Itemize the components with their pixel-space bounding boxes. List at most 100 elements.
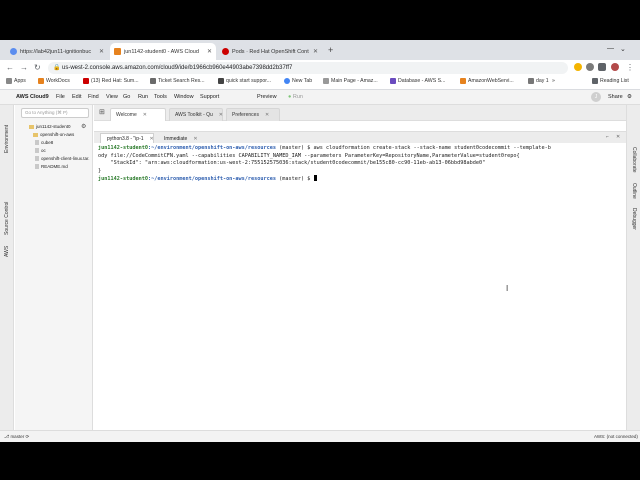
menu-go[interactable]: Go — [123, 94, 130, 100]
tree-item[interactable]: README.md — [35, 164, 68, 169]
apps-grid-icon — [6, 78, 12, 84]
file-icon — [35, 148, 39, 153]
terminal-cursor — [313, 175, 317, 181]
terminal-line: "StackId": "arn:aws:cloudformation:us-we… — [98, 160, 486, 166]
close-icon[interactable]: ✕ — [219, 112, 223, 118]
browser-tab-2[interactable]: jun1142-student0 - AWS Cloud ✕ — [110, 43, 216, 60]
rail-outline[interactable]: Outline — [631, 183, 637, 199]
preview-button[interactable]: Preview — [257, 94, 277, 100]
puzzle-icon[interactable] — [598, 63, 606, 71]
menu-window[interactable]: Window — [174, 94, 194, 100]
terminal-line: ody file://CodeCommitCFN.yaml --capabili… — [98, 152, 520, 159]
aws-icon — [460, 78, 466, 84]
extension-icon[interactable] — [586, 63, 594, 71]
rail-aws[interactable]: AWS — [4, 246, 10, 257]
minimize-icon[interactable]: — — [607, 45, 614, 52]
bookmark-day1[interactable]: day 1 — [528, 78, 549, 84]
menu-file[interactable]: File — [56, 94, 65, 100]
bookmark-amazonwebservices[interactable]: AmazonWebServi... — [460, 78, 514, 84]
more-bookmarks-icon[interactable]: » — [552, 78, 555, 84]
redhat-icon — [83, 78, 89, 84]
bookmark-ticket[interactable]: Ticket Search Res... — [150, 78, 205, 84]
status-bar: ⎇ master ⟳ AWS: (not connected) — [0, 430, 640, 442]
aws-connection-status[interactable]: AWS: (not connected) — [594, 434, 638, 439]
bookmarks-bar: Apps WorkDocs (13) Red Hat: Sum... Ticke… — [0, 76, 640, 90]
menu-tools[interactable]: Tools — [154, 94, 167, 100]
terminal[interactable]: jun1142-student0:~/environment/openshift… — [94, 143, 626, 430]
right-side-rail: Collaborate Outline Debugger — [626, 105, 640, 430]
go-to-anything-input[interactable]: Go to Anything (⌘ P) — [21, 108, 89, 118]
globe-icon — [284, 78, 290, 84]
close-icon[interactable]: ✕ — [143, 112, 147, 118]
rail-debugger[interactable]: Debugger — [631, 208, 637, 230]
reload-icon[interactable]: ↻ — [34, 63, 41, 72]
reading-list[interactable]: Reading List — [592, 78, 629, 84]
close-icon[interactable]: ✕ — [150, 136, 154, 142]
maximize-icon[interactable]: ⌐ — [606, 134, 609, 140]
branch-indicator[interactable]: ⎇ master ⟳ — [4, 434, 29, 440]
rail-environment[interactable]: Environment — [4, 125, 10, 153]
page-icon — [528, 78, 534, 84]
bookmark-workdocs[interactable]: WorkDocs — [38, 78, 70, 84]
close-icon[interactable]: ✕ — [193, 136, 197, 142]
tree-root[interactable]: jun1142-student0 — [29, 124, 70, 129]
share-button[interactable]: Share — [608, 94, 623, 100]
browser-tab-label: https://lab42jun11-ignitionbuc — [20, 48, 92, 55]
bookmark-newtab[interactable]: New Tab — [284, 78, 312, 84]
close-icon[interactable]: ✕ — [265, 112, 269, 118]
browser-tab-3[interactable]: Pods · Red Hat OpenShift Cont ✕ — [218, 43, 322, 60]
forward-icon[interactable]: → — [20, 63, 28, 72]
close-icon[interactable]: ✕ — [203, 48, 212, 55]
menu-find[interactable]: Find — [88, 94, 99, 100]
tab-aws-toolkit[interactable]: AWS Toolkit - Qu ✕ — [169, 108, 223, 121]
c9-brand-menu[interactable]: AWS Cloud9 — [16, 94, 49, 100]
menu-view[interactable]: View — [106, 94, 118, 100]
tree-item[interactable]: openshift-on-aws — [33, 132, 74, 137]
browser-window: https://lab42jun11-ignitionbuc ✕ jun1142… — [0, 40, 640, 442]
run-button[interactable]: ● Run — [288, 94, 303, 100]
close-icon[interactable]: ✕ — [309, 48, 318, 55]
menu-run[interactable]: Run — [138, 94, 148, 100]
profile-avatar[interactable] — [611, 63, 619, 71]
bookmark-apps[interactable]: Apps — [6, 78, 26, 84]
kebab-menu-icon[interactable]: ⋮ — [626, 63, 634, 72]
close-panel-icon[interactable]: ✕ — [616, 134, 620, 140]
gear-icon[interactable]: ⚙ — [627, 94, 632, 100]
github-icon — [218, 78, 224, 84]
bookmark-redhat[interactable]: (13) Red Hat: Sum... — [83, 78, 139, 84]
extension-icon[interactable] — [574, 63, 582, 71]
window-chevron-icon[interactable]: ⌄ — [620, 45, 626, 53]
gear-icon[interactable]: ⚙ — [81, 123, 86, 130]
browser-tab-label: Pods · Red Hat OpenShift Cont — [232, 48, 309, 55]
bookmark-database[interactable]: Database - AWS S... — [390, 78, 445, 84]
terminal-line: } — [98, 167, 102, 174]
tree-item[interactable]: oc — [35, 148, 46, 153]
back-icon[interactable]: ← — [6, 63, 14, 72]
tab-preferences[interactable]: Preferences ✕ — [226, 108, 280, 121]
file-icon — [35, 156, 39, 161]
url-text: us-west-2.console.aws.amazon.com/cloud9/… — [62, 65, 293, 71]
browser-tab-1[interactable]: https://lab42jun11-ignitionbuc ✕ — [6, 43, 108, 60]
bookmark-mainpage[interactable]: Main Page - Amaz... — [323, 78, 378, 84]
rail-collaborate[interactable]: Collaborate — [631, 147, 637, 173]
folder-icon — [29, 124, 34, 129]
tree-item[interactable]: openshift-client-linux.tar. — [35, 156, 90, 161]
new-tab-button[interactable]: + — [328, 45, 333, 55]
tab-welcome[interactable]: Welcome ✕ — [110, 108, 166, 121]
tree-item[interactable]: cube8 — [35, 140, 53, 145]
terminal-line: jun1142-student0:~/environment/openshift… — [98, 175, 622, 184]
close-icon[interactable]: ✕ — [95, 48, 104, 55]
terminal-tab-bar: python3.8 - "ip-1 ✕ Immediate ✕ ⌐ ✕ — [94, 131, 626, 144]
address-bar[interactable]: 🔒 us-west-2.console.aws.amazon.com/cloud… — [48, 62, 568, 74]
workdocs-icon — [38, 78, 44, 84]
add-tab-icon[interactable]: ⊞ — [99, 108, 105, 116]
browser-tab-label: jun1142-student0 - AWS Cloud — [124, 48, 199, 55]
file-icon — [35, 164, 39, 169]
rail-source-control[interactable]: Source Control — [4, 202, 10, 235]
avatar[interactable]: J — [591, 92, 601, 102]
lock-icon: 🔒 — [53, 65, 61, 71]
bookmark-quickstart[interactable]: quick start suppor... — [218, 78, 271, 84]
menu-edit[interactable]: Edit — [72, 94, 81, 100]
menu-support[interactable]: Support — [200, 94, 219, 100]
page-icon — [323, 78, 329, 84]
